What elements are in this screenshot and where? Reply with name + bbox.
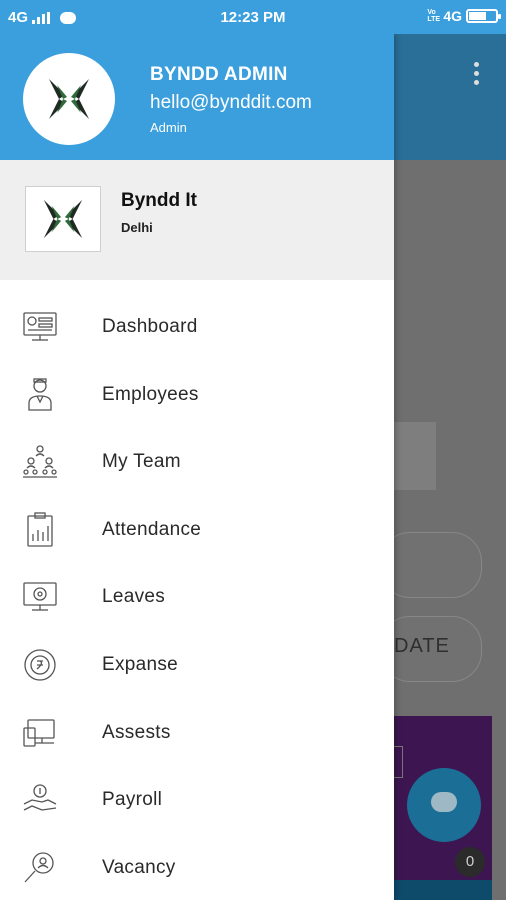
chat-fab-button[interactable] [407, 768, 481, 842]
expense-icon [24, 649, 56, 681]
navigation-drawer: BYNDD ADMIN hello@bynddit.com Admin Bynd… [0, 34, 394, 900]
drawer-header: BYNDD ADMIN hello@bynddit.com Admin [0, 34, 394, 160]
employees-icon [28, 377, 52, 411]
menu-item-attendance[interactable]: Attendance [0, 495, 394, 563]
user-email: hello@bynddit.com [150, 92, 312, 113]
menu-item-vacancy[interactable]: Vacancy [0, 833, 394, 900]
assets-icon [23, 718, 55, 747]
menu-item-leaves[interactable]: Leaves [0, 562, 394, 630]
background-card [380, 532, 482, 598]
company-name: Byndd It [121, 190, 197, 211]
chat-count-badge: 0 [455, 847, 485, 877]
vacancy-icon [24, 852, 54, 883]
drawer-menu: Dashboard Employees My Team Attendance L… [0, 292, 394, 900]
company-section[interactable]: Byndd It Delhi [0, 160, 394, 280]
volte-indicator: Vo LTE [427, 9, 441, 23]
menu-item-label: My Team [102, 451, 181, 473]
chat-icon [431, 792, 457, 812]
status-right: Vo LTE 4G [427, 8, 501, 24]
dashboard-icon [23, 312, 57, 341]
menu-item-expanse[interactable]: Expanse [0, 630, 394, 698]
logo-icon [49, 79, 89, 119]
menu-item-employees[interactable]: Employees [0, 360, 394, 428]
user-name: BYNDD ADMIN [150, 64, 288, 85]
menu-item-assests[interactable]: Assests [0, 698, 394, 766]
avatar[interactable] [23, 53, 115, 145]
background-bottom-bar [394, 880, 492, 900]
status-bar: 4G 12:23 PM Vo LTE 4G [0, 0, 506, 34]
overflow-menu-icon[interactable] [474, 62, 480, 89]
menu-item-label: Assests [102, 721, 171, 743]
team-icon [23, 445, 57, 478]
menu-item-label: Attendance [102, 518, 202, 540]
company-logo [25, 186, 101, 252]
menu-item-label: Expanse [102, 653, 179, 675]
user-role: Admin [150, 120, 187, 135]
battery-icon [466, 9, 501, 23]
company-city: Delhi [121, 220, 153, 235]
menu-item-label: Leaves [102, 586, 166, 608]
leaves-icon [23, 582, 57, 612]
network-type-right: 4G [443, 8, 462, 24]
menu-item-label: Payroll [102, 789, 163, 811]
background-button-label: DATE [394, 635, 450, 657]
menu-item-label: Vacancy [102, 856, 176, 878]
menu-item-my-team[interactable]: My Team [0, 427, 394, 495]
company-logo-icon [43, 199, 83, 239]
menu-item-label: Dashboard [102, 316, 198, 337]
payroll-icon [23, 784, 57, 811]
menu-item-dashboard[interactable]: Dashboard [0, 292, 394, 360]
menu-item-label: Employees [102, 383, 199, 405]
attendance-icon [27, 512, 53, 547]
menu-item-payroll[interactable]: Payroll [0, 765, 394, 833]
background-panel [394, 422, 436, 490]
background-card-box [394, 746, 403, 778]
